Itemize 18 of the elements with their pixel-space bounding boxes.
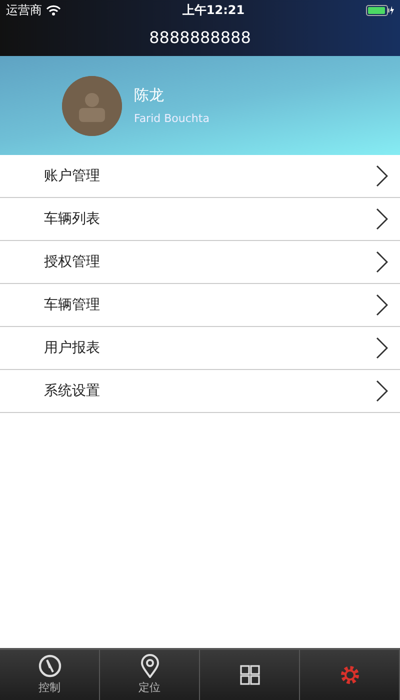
user-name: 陈龙: [134, 85, 165, 106]
battery-icon: [366, 4, 394, 16]
chevron-icon: [376, 294, 388, 316]
tab-button[interactable]: 定位: [100, 650, 200, 700]
page-title: 8888888888: [149, 27, 251, 49]
chevron-icon: [376, 208, 388, 230]
compass-icon: [38, 654, 62, 678]
chevron-icon: [376, 165, 388, 187]
carrier-name: 运营商: [6, 2, 42, 19]
chevron-icon: [376, 251, 388, 273]
wifi-icon: [46, 4, 61, 16]
clock-time: 上午12:21: [182, 2, 245, 19]
tab-button[interactable]: 控制: [0, 650, 100, 700]
chevron-icon: [376, 380, 388, 402]
user-subtitle: Farid Bouchta: [134, 110, 210, 126]
avatar-icon: [62, 76, 122, 136]
grid-icon: [238, 663, 262, 687]
chevron-icon: [376, 337, 388, 359]
